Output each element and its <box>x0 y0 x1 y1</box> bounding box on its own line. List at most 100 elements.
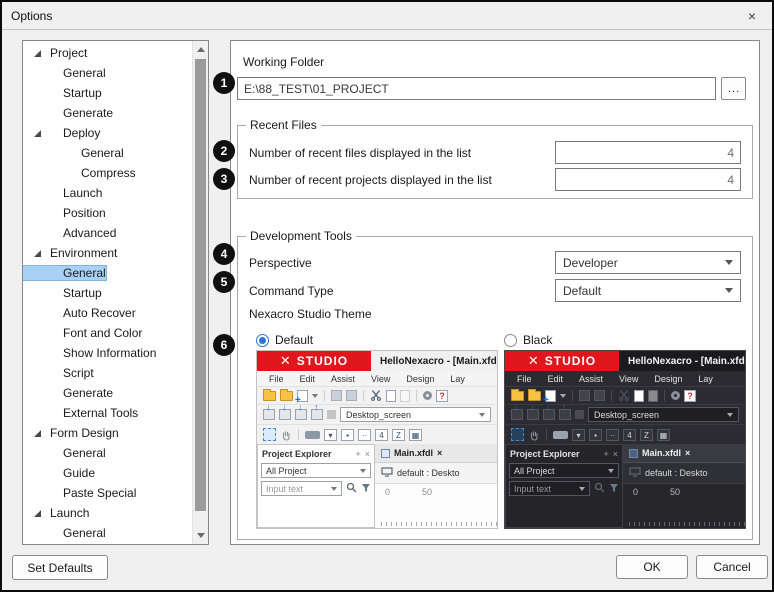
tree-item-show-information[interactable]: Show Information <box>23 343 191 363</box>
development-tools-group-title: Development Tools <box>246 229 356 243</box>
save-icon <box>331 390 342 401</box>
toolbar-divider <box>363 390 364 401</box>
tree-item-form-design[interactable]: Form Design <box>23 423 191 443</box>
tree-item-font-and-color[interactable]: Font and Color <box>23 323 191 343</box>
expand-icon[interactable] <box>34 430 41 437</box>
set-defaults-button[interactable]: Set Defaults <box>12 555 108 580</box>
theme-radio-black[interactable]: Black <box>504 330 746 350</box>
recent-files-count-label: Number of recent files displayed in the … <box>249 146 471 160</box>
preview-toolbar-1: ? <box>257 386 497 404</box>
browse-button[interactable]: ... <box>721 77 746 100</box>
widget-tool-icon: Z <box>640 429 653 441</box>
chevron-down-icon <box>725 288 733 293</box>
preview-menu-view: View <box>619 374 638 384</box>
tree-item-paste-special[interactable]: Paste Special <box>23 483 191 503</box>
scroll-down-icon[interactable] <box>193 528 209 543</box>
filter-icon <box>361 483 371 495</box>
preview-menubar: FileEditAssistViewDesignLay <box>505 371 745 386</box>
scissors-icon <box>618 389 630 403</box>
widget-tool-icon: ·· <box>358 429 371 441</box>
export-icon <box>311 409 323 420</box>
perspective-label: Perspective <box>249 256 312 270</box>
tab-close-icon: × <box>437 448 442 458</box>
tree-item-startup[interactable]: Startup <box>23 283 191 303</box>
search-icon <box>346 482 357 495</box>
tree-item-script[interactable]: Script <box>23 363 191 383</box>
tree-item-general[interactable]: General <box>23 523 191 543</box>
working-folder-input[interactable] <box>237 77 716 100</box>
tree-item-general[interactable]: General <box>23 63 191 83</box>
options-tree[interactable]: ProjectGeneralStartupGenerateDeployGener… <box>22 40 209 545</box>
tree-item-launch[interactable]: Launch <box>23 503 191 523</box>
title-bar[interactable]: Options × <box>2 2 772 30</box>
scroll-up-icon[interactable] <box>193 42 209 57</box>
tree-item-external-tools[interactable]: External Tools <box>23 403 191 423</box>
pin-icon: + <box>603 449 608 459</box>
preview-menu-assist: Assist <box>331 374 355 384</box>
command-type-select[interactable]: Default <box>555 279 741 302</box>
tree-item-environment[interactable]: Environment <box>23 243 191 263</box>
tree-item-auto-recover[interactable]: Auto Recover <box>23 303 191 323</box>
scrollbar-thumb[interactable] <box>195 59 206 511</box>
tree-item-advanced[interactable]: Advanced <box>23 223 191 243</box>
close-icon[interactable]: × <box>741 5 763 27</box>
widget-tool-icon: ▦ <box>409 429 422 441</box>
theme-radio-default[interactable]: Default <box>256 330 498 350</box>
toolbar-divider <box>611 390 612 401</box>
tree-scrollbar[interactable] <box>192 41 208 544</box>
tree-item-launch[interactable]: Launch <box>23 183 191 203</box>
toolbar-divider <box>546 429 547 440</box>
preview-body: Project Explorer + × All Project Input t… <box>257 444 497 528</box>
expand-icon[interactable] <box>34 510 41 517</box>
preview-menu-view: View <box>371 374 390 384</box>
preview-menu-lay: Lay <box>698 374 713 384</box>
toolbar-divider <box>664 390 665 401</box>
preview-toolbar-3: ▾▪··4Z▦ <box>505 424 745 444</box>
command-type-label: Command Type <box>249 284 334 298</box>
tree-item-project[interactable]: Project <box>23 43 191 63</box>
preview-menu-file: File <box>517 374 532 384</box>
cancel-button[interactable]: Cancel <box>696 555 768 579</box>
tree-item-general[interactable]: General <box>23 143 191 163</box>
studio-x-icon: ✕ <box>280 353 292 369</box>
tree-item-deploy[interactable]: Deploy <box>23 123 191 143</box>
tree-item-generate[interactable]: Generate <box>23 383 191 403</box>
widget-tool-icon: 4 <box>623 429 636 441</box>
tree-item-guide[interactable]: Guide <box>23 463 191 483</box>
new-document-icon <box>545 390 556 402</box>
editor-tab: Main.xfdl × <box>623 444 745 463</box>
tree-item-position[interactable]: Position <box>23 203 191 223</box>
tree-item-general[interactable]: General <box>23 263 191 283</box>
tree-item-compress[interactable]: Compress <box>23 163 191 183</box>
recent-files-group: Recent Files Number of recent files disp… <box>237 125 753 199</box>
expand-icon[interactable] <box>34 130 41 137</box>
save-all-icon <box>594 390 605 401</box>
chevron-down-icon <box>331 487 337 491</box>
preview-menu-file: File <box>269 374 284 384</box>
preview-titlebar: ✕ STUDIO HelloNexacro - [Main.xfd <box>505 351 745 371</box>
chevron-down-icon <box>608 469 614 473</box>
scissors-icon <box>370 389 382 403</box>
tree-item-generate[interactable]: Generate <box>23 103 191 123</box>
recent-files-count-input[interactable] <box>555 141 741 164</box>
preview-menubar: FileEditAssistViewDesignLay <box>257 371 497 386</box>
expand-icon[interactable] <box>34 50 41 57</box>
preview-toolbar-3: ▾▪··4Z▦ <box>257 424 497 444</box>
open-folder-icon <box>280 391 293 401</box>
preview-window-title: HelloNexacro - [Main.xfd <box>619 356 745 367</box>
recent-projects-count-input[interactable] <box>555 168 741 191</box>
pin-icon: + <box>355 449 360 459</box>
widget-tool-icon: ▦ <box>657 429 670 441</box>
expand-icon[interactable] <box>34 250 41 257</box>
preview-toolbar-2: Desktop_screen <box>505 404 745 424</box>
import-icon <box>511 409 523 420</box>
recent-files-group-title: Recent Files <box>246 118 321 132</box>
chevron-down-icon <box>560 394 566 398</box>
perspective-select[interactable]: Developer <box>555 251 741 274</box>
tree-item-startup[interactable]: Startup <box>23 83 191 103</box>
open-folder-icon <box>511 391 524 401</box>
tree-item-general[interactable]: General <box>23 443 191 463</box>
ok-button[interactable]: OK <box>616 555 688 579</box>
widget-icons: ▾▪··4Z▦ <box>572 429 670 441</box>
filter-icon <box>609 483 619 495</box>
